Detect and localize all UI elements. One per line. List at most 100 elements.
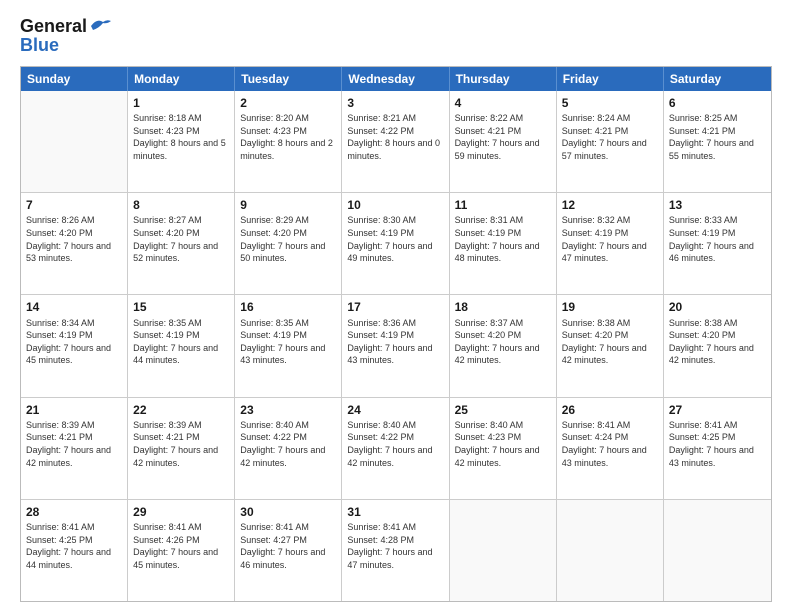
day-number: 14 xyxy=(26,299,122,315)
table-row xyxy=(557,500,664,601)
day-number: 18 xyxy=(455,299,551,315)
day-number: 30 xyxy=(240,504,336,520)
day-number: 28 xyxy=(26,504,122,520)
calendar-header: Sunday Monday Tuesday Wednesday Thursday… xyxy=(21,67,771,91)
day-number: 9 xyxy=(240,197,336,213)
cell-info: Sunrise: 8:40 AM Sunset: 4:22 PM Dayligh… xyxy=(240,419,336,469)
calendar-week-4: 21Sunrise: 8:39 AM Sunset: 4:21 PM Dayli… xyxy=(21,398,771,500)
logo: General Blue xyxy=(20,16,111,56)
day-number: 31 xyxy=(347,504,443,520)
cell-info: Sunrise: 8:36 AM Sunset: 4:19 PM Dayligh… xyxy=(347,317,443,367)
day-number: 13 xyxy=(669,197,766,213)
logo-blue-text: Blue xyxy=(20,35,59,56)
day-number: 3 xyxy=(347,95,443,111)
day-number: 22 xyxy=(133,402,229,418)
table-row: 20Sunrise: 8:38 AM Sunset: 4:20 PM Dayli… xyxy=(664,295,771,396)
table-row: 6Sunrise: 8:25 AM Sunset: 4:21 PM Daylig… xyxy=(664,91,771,192)
table-row: 28Sunrise: 8:41 AM Sunset: 4:25 PM Dayli… xyxy=(21,500,128,601)
table-row: 26Sunrise: 8:41 AM Sunset: 4:24 PM Dayli… xyxy=(557,398,664,499)
cell-info: Sunrise: 8:29 AM Sunset: 4:20 PM Dayligh… xyxy=(240,214,336,264)
day-number: 27 xyxy=(669,402,766,418)
day-number: 6 xyxy=(669,95,766,111)
table-row xyxy=(21,91,128,192)
dow-thursday: Thursday xyxy=(450,67,557,91)
day-number: 5 xyxy=(562,95,658,111)
day-number: 11 xyxy=(455,197,551,213)
calendar-week-5: 28Sunrise: 8:41 AM Sunset: 4:25 PM Dayli… xyxy=(21,500,771,601)
table-row: 5Sunrise: 8:24 AM Sunset: 4:21 PM Daylig… xyxy=(557,91,664,192)
table-row: 2Sunrise: 8:20 AM Sunset: 4:23 PM Daylig… xyxy=(235,91,342,192)
cell-info: Sunrise: 8:38 AM Sunset: 4:20 PM Dayligh… xyxy=(562,317,658,367)
table-row: 3Sunrise: 8:21 AM Sunset: 4:22 PM Daylig… xyxy=(342,91,449,192)
table-row: 23Sunrise: 8:40 AM Sunset: 4:22 PM Dayli… xyxy=(235,398,342,499)
calendar-week-1: 1Sunrise: 8:18 AM Sunset: 4:23 PM Daylig… xyxy=(21,91,771,193)
table-row: 11Sunrise: 8:31 AM Sunset: 4:19 PM Dayli… xyxy=(450,193,557,294)
table-row: 22Sunrise: 8:39 AM Sunset: 4:21 PM Dayli… xyxy=(128,398,235,499)
cell-info: Sunrise: 8:41 AM Sunset: 4:25 PM Dayligh… xyxy=(26,521,122,571)
cell-info: Sunrise: 8:38 AM Sunset: 4:20 PM Dayligh… xyxy=(669,317,766,367)
table-row: 10Sunrise: 8:30 AM Sunset: 4:19 PM Dayli… xyxy=(342,193,449,294)
cell-info: Sunrise: 8:40 AM Sunset: 4:22 PM Dayligh… xyxy=(347,419,443,469)
day-number: 12 xyxy=(562,197,658,213)
day-number: 17 xyxy=(347,299,443,315)
dow-saturday: Saturday xyxy=(664,67,771,91)
table-row: 24Sunrise: 8:40 AM Sunset: 4:22 PM Dayli… xyxy=(342,398,449,499)
cell-info: Sunrise: 8:40 AM Sunset: 4:23 PM Dayligh… xyxy=(455,419,551,469)
cell-info: Sunrise: 8:39 AM Sunset: 4:21 PM Dayligh… xyxy=(26,419,122,469)
cell-info: Sunrise: 8:39 AM Sunset: 4:21 PM Dayligh… xyxy=(133,419,229,469)
cell-info: Sunrise: 8:30 AM Sunset: 4:19 PM Dayligh… xyxy=(347,214,443,264)
table-row: 9Sunrise: 8:29 AM Sunset: 4:20 PM Daylig… xyxy=(235,193,342,294)
calendar-week-3: 14 Sunrise: 8:34 AM Sunset: 4:19 PM Dayli… xyxy=(21,295,771,397)
cell-info: Sunrise: 8:25 AM Sunset: 4:21 PM Dayligh… xyxy=(669,112,766,162)
dow-friday: Friday xyxy=(557,67,664,91)
table-row: 17 Sunrise: 8:36 AM Sunset: 4:19 PM Dayli… xyxy=(342,295,449,396)
table-row: 4Sunrise: 8:22 AM Sunset: 4:21 PM Daylig… xyxy=(450,91,557,192)
day-number: 15 xyxy=(133,299,229,315)
logo-general: General xyxy=(20,16,87,37)
cell-info: Sunrise: 8:35 AM Sunset: 4:19 PM Dayligh… xyxy=(240,317,336,367)
cell-info: Sunrise: 8:34 AM Sunset: 4:19 PM Dayligh… xyxy=(26,317,122,367)
cell-info: Sunrise: 8:41 AM Sunset: 4:26 PM Dayligh… xyxy=(133,521,229,571)
cell-info: Sunrise: 8:26 AM Sunset: 4:20 PM Dayligh… xyxy=(26,214,122,264)
calendar: Sunday Monday Tuesday Wednesday Thursday… xyxy=(20,66,772,602)
table-row: 14 Sunrise: 8:34 AM Sunset: 4:19 PM Dayli… xyxy=(21,295,128,396)
day-number: 26 xyxy=(562,402,658,418)
day-number: 23 xyxy=(240,402,336,418)
calendar-week-2: 7Sunrise: 8:26 AM Sunset: 4:20 PM Daylig… xyxy=(21,193,771,295)
day-number: 19 xyxy=(562,299,658,315)
cell-info: Sunrise: 8:22 AM Sunset: 4:21 PM Dayligh… xyxy=(455,112,551,162)
cell-info: Sunrise: 8:18 AM Sunset: 4:23 PM Dayligh… xyxy=(133,112,229,162)
table-row: 31Sunrise: 8:41 AM Sunset: 4:28 PM Dayli… xyxy=(342,500,449,601)
day-number: 21 xyxy=(26,402,122,418)
cell-info: Sunrise: 8:27 AM Sunset: 4:20 PM Dayligh… xyxy=(133,214,229,264)
cell-info: Sunrise: 8:21 AM Sunset: 4:22 PM Dayligh… xyxy=(347,112,443,162)
table-row: 12Sunrise: 8:32 AM Sunset: 4:19 PM Dayli… xyxy=(557,193,664,294)
day-number: 24 xyxy=(347,402,443,418)
dow-sunday: Sunday xyxy=(21,67,128,91)
day-number: 4 xyxy=(455,95,551,111)
table-row: 25Sunrise: 8:40 AM Sunset: 4:23 PM Dayli… xyxy=(450,398,557,499)
day-number: 16 xyxy=(240,299,336,315)
dow-tuesday: Tuesday xyxy=(235,67,342,91)
day-number: 8 xyxy=(133,197,229,213)
table-row: 16 Sunrise: 8:35 AM Sunset: 4:19 PM Dayli… xyxy=(235,295,342,396)
table-row xyxy=(450,500,557,601)
cell-info: Sunrise: 8:41 AM Sunset: 4:27 PM Dayligh… xyxy=(240,521,336,571)
table-row: 30Sunrise: 8:41 AM Sunset: 4:27 PM Dayli… xyxy=(235,500,342,601)
page: General Blue Sunday Monday Tuesday Wedne… xyxy=(0,0,792,612)
cell-info: Sunrise: 8:37 AM Sunset: 4:20 PM Dayligh… xyxy=(455,317,551,367)
cell-info: Sunrise: 8:35 AM Sunset: 4:19 PM Dayligh… xyxy=(133,317,229,367)
table-row: 1Sunrise: 8:18 AM Sunset: 4:23 PM Daylig… xyxy=(128,91,235,192)
day-number: 25 xyxy=(455,402,551,418)
table-row: 13Sunrise: 8:33 AM Sunset: 4:19 PM Dayli… xyxy=(664,193,771,294)
cell-info: Sunrise: 8:41 AM Sunset: 4:25 PM Dayligh… xyxy=(669,419,766,469)
cell-info: Sunrise: 8:32 AM Sunset: 4:19 PM Dayligh… xyxy=(562,214,658,264)
day-number: 1 xyxy=(133,95,229,111)
cell-info: Sunrise: 8:20 AM Sunset: 4:23 PM Dayligh… xyxy=(240,112,336,162)
cell-info: Sunrise: 8:41 AM Sunset: 4:24 PM Dayligh… xyxy=(562,419,658,469)
table-row: 18 Sunrise: 8:37 AM Sunset: 4:20 PM Dayli… xyxy=(450,295,557,396)
day-number: 7 xyxy=(26,197,122,213)
table-row: 21Sunrise: 8:39 AM Sunset: 4:21 PM Dayli… xyxy=(21,398,128,499)
cell-info: Sunrise: 8:31 AM Sunset: 4:19 PM Dayligh… xyxy=(455,214,551,264)
day-number: 10 xyxy=(347,197,443,213)
